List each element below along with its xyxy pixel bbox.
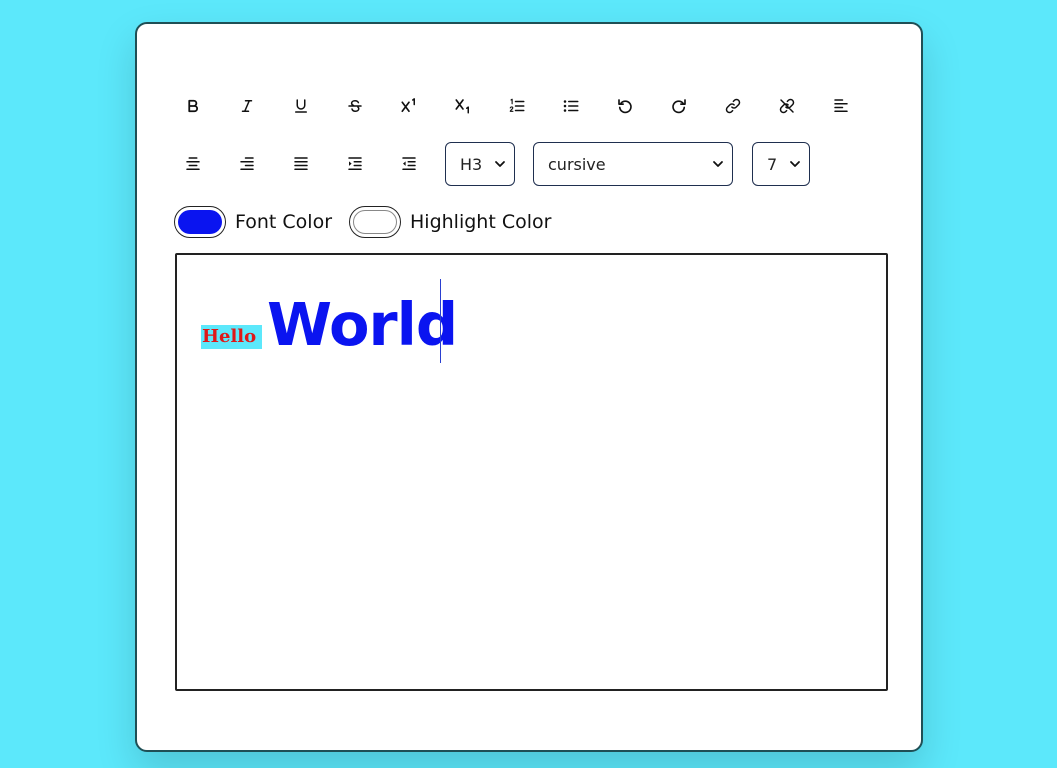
- indent-button[interactable]: [329, 144, 381, 184]
- italic-icon: [241, 100, 253, 112]
- toolbar-row-2: H3 cursive 7: [167, 142, 810, 186]
- underline-button[interactable]: [275, 86, 327, 126]
- unordered-list-button[interactable]: [545, 86, 597, 126]
- align-right-button[interactable]: [221, 144, 273, 184]
- bold-icon: [188, 99, 198, 113]
- align-center-button[interactable]: [167, 144, 219, 184]
- link-icon: [725, 98, 741, 114]
- underline-icon: [295, 99, 307, 113]
- highlight-color-swatch: [353, 210, 398, 234]
- redo-icon: [672, 99, 686, 114]
- toolbar-row-1: [167, 86, 867, 126]
- subscript-icon: [455, 99, 469, 114]
- outdent-icon: [402, 157, 416, 170]
- superscript-icon: [401, 98, 415, 113]
- bold-button[interactable]: [167, 86, 219, 126]
- justify-button[interactable]: [275, 144, 327, 184]
- heading-select-value: H3: [460, 154, 483, 174]
- align-center-icon: [186, 157, 200, 170]
- editor-text-hello: Hello: [201, 325, 263, 349]
- unordered-list-icon: [563, 100, 579, 112]
- ordered-list-icon: [509, 98, 525, 112]
- chevron-down-icon: [713, 161, 723, 167]
- text-cursor: [440, 279, 441, 363]
- font-color-label: Font Color: [235, 211, 333, 233]
- chevron-down-icon: [790, 161, 800, 167]
- strikethrough-icon: [348, 99, 362, 113]
- font-color-picker[interactable]: [174, 206, 226, 238]
- ordered-list-button[interactable]: [491, 86, 543, 126]
- font-family-select[interactable]: cursive: [533, 142, 733, 186]
- undo-button[interactable]: [599, 86, 651, 126]
- editor-text-world: World: [267, 290, 458, 359]
- unlink-button[interactable]: [761, 86, 813, 126]
- create-link-button[interactable]: [707, 86, 759, 126]
- editor-card: H3 cursive 7 Font Color Highlight Color …: [135, 22, 923, 752]
- indent-icon: [348, 157, 362, 170]
- highlight-color-label: Highlight Color: [410, 211, 552, 233]
- superscript-button[interactable]: [383, 86, 435, 126]
- align-left-icon: [834, 99, 848, 112]
- heading-select[interactable]: H3: [445, 142, 515, 186]
- font-family-select-value: cursive: [548, 154, 606, 174]
- highlight-color-picker[interactable]: [349, 206, 402, 238]
- undo-icon: [618, 99, 632, 114]
- outdent-button[interactable]: [383, 144, 435, 184]
- color-controls: Font Color Highlight Color: [174, 206, 568, 238]
- font-color-swatch: [178, 210, 222, 234]
- align-left-button[interactable]: [815, 86, 867, 126]
- unlink-icon: [779, 98, 795, 114]
- text-editor-area[interactable]: Hello World: [175, 253, 888, 691]
- italic-button[interactable]: [221, 86, 273, 126]
- font-size-select-value: 7: [767, 154, 778, 174]
- justify-icon: [294, 157, 308, 170]
- font-size-select[interactable]: 7: [752, 142, 810, 186]
- align-right-icon: [240, 157, 254, 170]
- chevron-down-icon: [495, 161, 505, 167]
- subscript-button[interactable]: [437, 86, 489, 126]
- strikethrough-button[interactable]: [329, 86, 381, 126]
- redo-button[interactable]: [653, 86, 705, 126]
